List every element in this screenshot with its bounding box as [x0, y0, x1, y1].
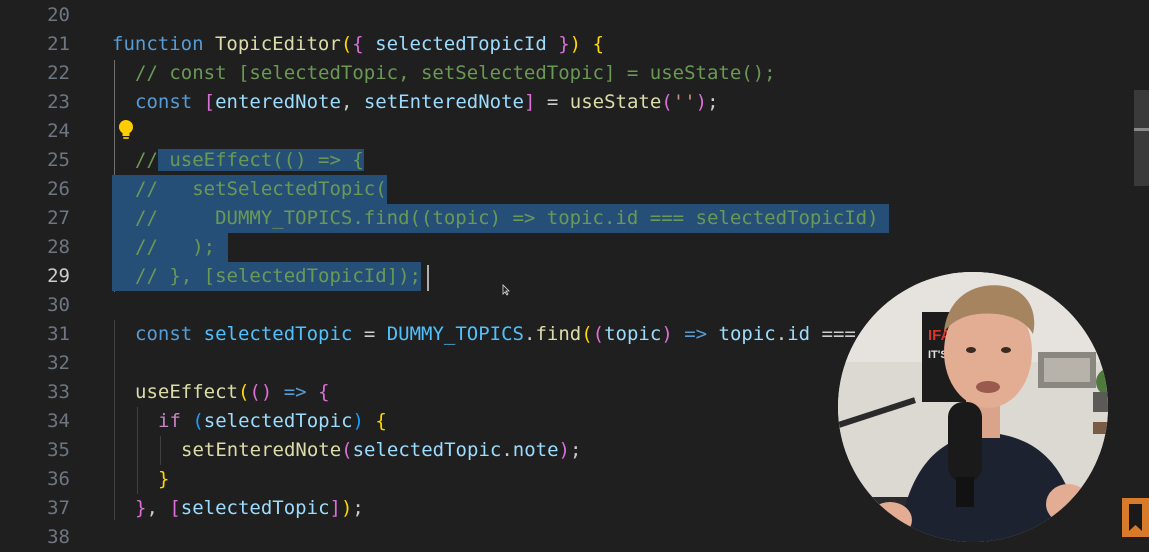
- line-number: 36: [47, 468, 70, 490]
- code-line-33: useEffect(() => {: [135, 381, 330, 403]
- line-number: 31: [47, 323, 70, 345]
- line-number: 22: [47, 62, 70, 84]
- code-line-28: // );: [112, 233, 229, 262]
- line-number: 25: [47, 149, 70, 171]
- line-number: 37: [47, 497, 70, 519]
- code-line-25: // useEffect(() => {: [135, 149, 364, 171]
- code-line-29: // }, [selectedTopicId]);: [112, 262, 421, 291]
- code-line-36: }: [158, 468, 170, 490]
- line-number: 24: [47, 120, 70, 142]
- bookmark-icon[interactable]: [1122, 498, 1149, 537]
- code-line-22: // const [selectedTopic, setSelectedTopi…: [135, 62, 776, 84]
- lightbulb-icon[interactable]: [117, 119, 135, 141]
- line-number: 23: [47, 91, 70, 113]
- code-line-23: const [enteredNote, setEnteredNote] = us…: [135, 91, 719, 113]
- line-number-active: 29: [47, 265, 70, 287]
- indent-guide: [137, 407, 138, 494]
- mouse-pointer-icon: [502, 284, 510, 296]
- line-number: 34: [47, 410, 70, 432]
- webcam-overlay: IFALSE IT'S TRUE: [838, 272, 1108, 542]
- line-number: 38: [47, 526, 70, 548]
- line-number: 20: [47, 4, 70, 26]
- code-line-31: const selectedTopic = DUMMY_TOPICS.find(…: [135, 323, 856, 345]
- line-number: 27: [47, 207, 70, 229]
- line-number: 35: [47, 439, 70, 461]
- line-number: 33: [47, 381, 70, 403]
- code-line-26: // setSelectedTopic(: [112, 175, 387, 204]
- code-line-34: if (selectedTopic) {: [158, 410, 387, 432]
- indent-guide: [160, 436, 161, 465]
- presenter-video: IFALSE IT'S TRUE: [838, 272, 1108, 542]
- line-number-gutter: 20 21 22 23 24 25 26 27 28 29 30 31 32 3…: [0, 0, 95, 548]
- indent-guide: [114, 320, 115, 520]
- line-number: 30: [47, 294, 70, 316]
- line-number: 32: [47, 352, 70, 374]
- line-number: 28: [47, 236, 70, 258]
- code-line-35: setEnteredNote(selectedTopic.note);: [181, 439, 582, 461]
- scrollbar-cursor-marker: [1134, 128, 1149, 131]
- vertical-scrollbar[interactable]: [1134, 90, 1149, 186]
- code-line-37: }, [selectedTopic]);: [135, 497, 364, 519]
- line-number: 21: [47, 33, 70, 55]
- code-line-27: // DUMMY_TOPICS.find((topic) => topic.id…: [112, 204, 889, 233]
- line-number: 26: [47, 178, 70, 200]
- text-cursor: [427, 265, 429, 291]
- code-line-21: function TopicEditor({ selectedTopicId }…: [112, 33, 605, 55]
